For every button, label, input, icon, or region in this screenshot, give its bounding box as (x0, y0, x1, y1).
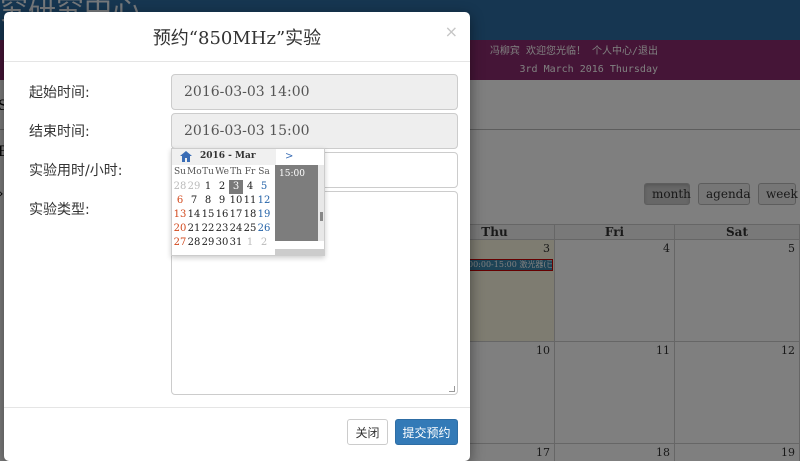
picker-day[interactable]: 28 (187, 236, 201, 250)
resize-handle-icon[interactable] (449, 386, 455, 392)
scrollbar-thumb[interactable] (320, 212, 323, 221)
experiment-type-label: 实验类型: (29, 202, 90, 218)
weekday-header: Tu (202, 167, 214, 177)
picker-day[interactable]: 8 (201, 194, 215, 208)
picker-day[interactable]: 10 (229, 194, 243, 208)
weekday-header: Sa (258, 167, 270, 177)
picker-day[interactable]: 3 (229, 180, 243, 194)
picker-day[interactable]: 29 (187, 180, 201, 194)
horizontal-scrollbar[interactable] (275, 249, 324, 255)
picker-day[interactable]: 22 (201, 222, 215, 236)
start-time-label: 起始时间: (29, 85, 90, 101)
picker-day[interactable]: 6 (173, 194, 187, 208)
weekday-header: We (215, 167, 229, 177)
picker-day[interactable]: 20 (173, 222, 187, 236)
picker-day[interactable]: 18 (243, 208, 257, 222)
picker-day[interactable]: 14 (187, 208, 201, 222)
picker-day[interactable]: 23 (215, 222, 229, 236)
modal-header: 预约“850MHz”实验 × (4, 12, 470, 62)
weekday-header: Su (174, 167, 186, 177)
picker-day[interactable]: 21 (187, 222, 201, 236)
picker-day[interactable]: 25 (243, 222, 257, 236)
end-time-input[interactable]: 2016-03-03 15:00 (171, 113, 458, 149)
weekday-header: Th (230, 167, 242, 177)
home-icon[interactable] (180, 151, 192, 162)
submit-reservation-button[interactable]: 提交预约 (395, 419, 458, 445)
picker-day[interactable]: 17 (229, 208, 243, 222)
picker-day[interactable]: 31 (229, 236, 243, 250)
picker-day[interactable]: 5 (257, 180, 271, 194)
datetime-picker: 2016 - Mar > Su Mo Tu We Th Fr Sa 28 29 1 2 3 4 5 6 7 8 9… (171, 148, 325, 256)
picker-day[interactable]: 7 (187, 194, 201, 208)
picker-nav: 2016 - Mar (172, 149, 276, 165)
picker-day[interactable]: 1 (243, 236, 257, 250)
picker-day[interactable]: 9 (215, 194, 229, 208)
weekday-header: Mo (187, 167, 202, 177)
picker-time-list: 15:00 (275, 165, 322, 241)
picker-day[interactable]: 26 (257, 222, 271, 236)
weekday-header: Fr (244, 167, 256, 177)
picker-day[interactable]: 1 (201, 180, 215, 194)
picker-day[interactable]: 16 (215, 208, 229, 222)
picker-day[interactable]: 2 (215, 180, 229, 194)
picker-day[interactable]: 15 (201, 208, 215, 222)
close-button[interactable]: 关闭 (347, 419, 388, 445)
picker-day[interactable]: 4 (243, 180, 257, 194)
picker-month-year[interactable]: 2016 - Mar (200, 151, 256, 161)
picker-day[interactable]: 19 (257, 208, 271, 222)
modal-footer: 关闭 提交预约 (4, 407, 470, 461)
picker-day[interactable]: 28 (173, 180, 187, 194)
picker-day[interactable]: 2 (257, 236, 271, 250)
picker-day[interactable]: 24 (229, 222, 243, 236)
modal-title: 预约“850MHz”实验 (152, 28, 322, 49)
picker-day[interactable]: 30 (215, 236, 229, 250)
time-slot[interactable]: 15:00 (279, 169, 305, 179)
close-icon[interactable]: × (445, 22, 458, 41)
picker-day[interactable]: 27 (173, 236, 187, 250)
duration-hours-label: 实验用时/小时: (29, 163, 123, 179)
next-month-icon[interactable]: > (285, 151, 293, 162)
picker-day[interactable]: 29 (201, 236, 215, 250)
picker-day[interactable]: 12 (257, 194, 271, 208)
start-time-input[interactable]: 2016-03-03 14:00 (171, 74, 458, 110)
end-time-label: 结束时间: (29, 124, 90, 140)
picker-day[interactable]: 13 (173, 208, 187, 222)
picker-day[interactable]: 11 (243, 194, 257, 208)
time-list-scrollbar[interactable] (318, 165, 324, 241)
